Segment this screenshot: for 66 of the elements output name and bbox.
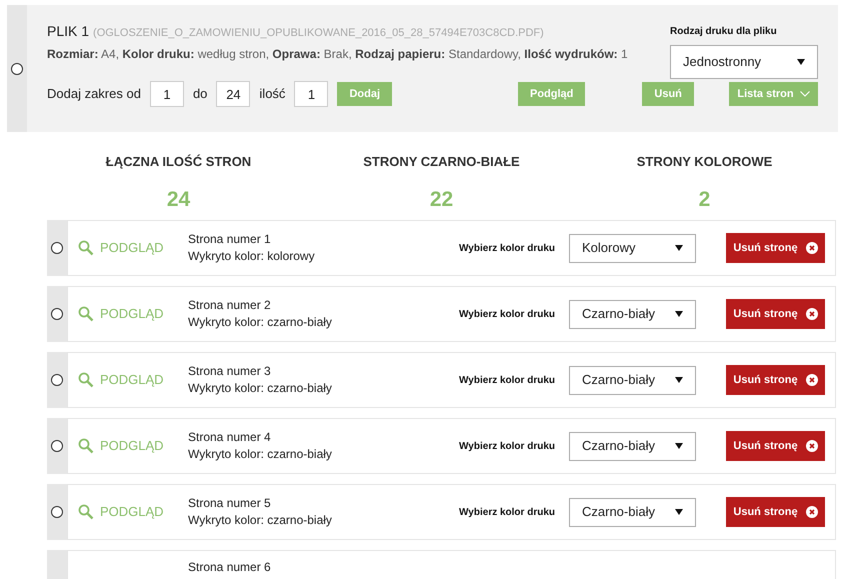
delete-page-button[interactable]: Usuń stronę bbox=[726, 431, 825, 461]
color-label: Wybierz kolor druku bbox=[459, 308, 555, 322]
radio-button[interactable] bbox=[51, 374, 63, 386]
file-title: PLIK 1 bbox=[47, 22, 90, 41]
color-label: Wybierz kolor druku bbox=[459, 242, 555, 256]
radio-button[interactable] bbox=[51, 242, 63, 254]
caret-icon bbox=[675, 377, 683, 383]
detected-color: Wykryto kolor: czarno-biały bbox=[188, 380, 333, 397]
dropdown[interactable]: Czarno-biały bbox=[569, 366, 696, 394]
page-title: Strona numer 5 bbox=[188, 495, 272, 512]
delete-page-button[interactable]: Usuń stronę bbox=[726, 299, 825, 329]
page-title: Strona numer 4 bbox=[188, 429, 272, 446]
close-icon bbox=[806, 440, 818, 452]
dropdown[interactable]: Czarno-biały bbox=[569, 432, 696, 460]
input-field[interactable]: 1 bbox=[150, 81, 184, 107]
summary-label: STRONY KOLOROWE bbox=[636, 153, 772, 171]
delete-page-button[interactable]: Usuń stronę bbox=[726, 365, 825, 395]
caret-icon bbox=[675, 311, 683, 317]
range-to-label: do bbox=[192, 85, 208, 104]
file-name: (OGLOSZENIE_O_ZAMOWIENIU_OPUBLIKOWANE_2016_05_28_57494E703C8CD.PDF) bbox=[93, 26, 544, 41]
delete-page-button[interactable]: Usuń stronę bbox=[726, 233, 825, 263]
detected-color: Wykryto kolor: czarno-biały bbox=[188, 446, 333, 463]
input-field[interactable]: 24 bbox=[216, 81, 250, 107]
close-icon bbox=[806, 374, 818, 386]
search-icon bbox=[78, 306, 94, 322]
color-label: Wybierz kolor druku bbox=[459, 374, 555, 388]
dropdown[interactable]: Jednostronny bbox=[670, 45, 818, 79]
page-title: Strona numer 2 bbox=[188, 297, 272, 314]
page-title: Strona numer 3 bbox=[188, 363, 272, 380]
search-icon bbox=[78, 372, 94, 388]
caret-icon bbox=[797, 59, 805, 65]
detected-color: Wykryto kolor: kolorowy bbox=[188, 248, 316, 265]
close-icon bbox=[806, 506, 818, 518]
page-title: Strona numer 6 bbox=[188, 559, 272, 576]
radio-button[interactable] bbox=[11, 62, 23, 74]
print-type-label: Rodzaj druku dla pliku bbox=[670, 25, 778, 39]
radio-button[interactable] bbox=[51, 506, 63, 518]
quantity-label: ilość bbox=[259, 85, 286, 104]
close-icon bbox=[806, 308, 818, 320]
detected-color: Wykryto kolor: czarno-biały bbox=[188, 314, 333, 331]
radio-button[interactable] bbox=[51, 308, 63, 320]
caret-icon bbox=[675, 443, 683, 449]
range-label: Dodaj zakres od bbox=[47, 85, 141, 104]
summary-label: ŁĄCZNA ILOŚĆ STRON bbox=[106, 153, 252, 171]
search-icon bbox=[78, 438, 94, 454]
summary-value: 22 bbox=[430, 186, 454, 212]
search-icon bbox=[78, 240, 94, 256]
file-details: Rozmiar: A4, Kolor druku: według stron, Oprawa: Brak, Rodzaj papieru: Standardowy, Ilość wydruków: 1 bbox=[47, 46, 629, 63]
chevron-down-icon bbox=[800, 91, 810, 97]
dropdown[interactable]: Kolorowy bbox=[569, 234, 696, 262]
search-icon bbox=[78, 504, 94, 520]
summary-value: 2 bbox=[698, 186, 710, 212]
caret-icon bbox=[675, 509, 683, 515]
color-label: Wybierz kolor druku bbox=[459, 440, 555, 454]
dropdown[interactable]: Czarno-biały bbox=[569, 498, 696, 526]
input-field[interactable]: 1 bbox=[294, 81, 328, 107]
delete-page-button[interactable]: Usuń stronę bbox=[726, 497, 825, 527]
caret-icon bbox=[675, 245, 683, 251]
page-title: Strona numer 1 bbox=[188, 231, 272, 248]
radio-button[interactable] bbox=[51, 440, 63, 452]
color-label: Wybierz kolor druku bbox=[459, 506, 555, 520]
summary-value: 24 bbox=[166, 186, 190, 212]
dropdown[interactable]: Czarno-biały bbox=[569, 300, 696, 328]
close-icon bbox=[806, 242, 818, 254]
summary-label: STRONY CZARNO-BIAŁE bbox=[363, 153, 520, 171]
detected-color: Wykryto kolor: czarno-biały bbox=[188, 512, 333, 529]
